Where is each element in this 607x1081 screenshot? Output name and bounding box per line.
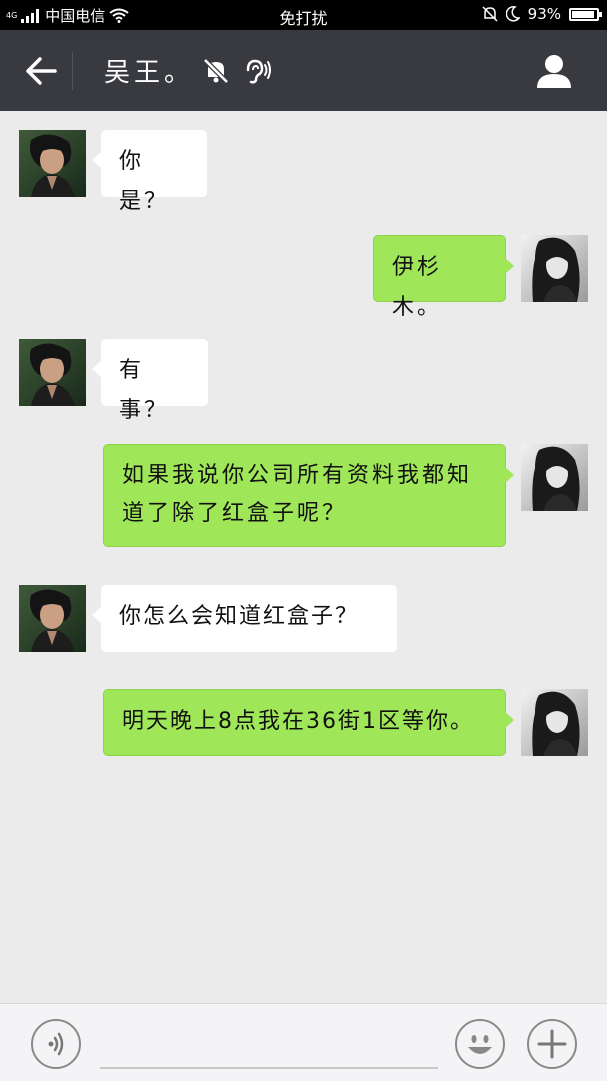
voice-button[interactable] <box>31 1019 81 1069</box>
contact-avatar[interactable] <box>19 585 86 652</box>
plus-icon <box>537 1029 567 1059</box>
my-avatar[interactable] <box>521 689 588 756</box>
chat-header: 吴王。 <box>0 30 607 111</box>
message-bubble-received[interactable]: 你是？ <box>92 130 207 214</box>
header-divider <box>72 52 73 90</box>
ear-icon <box>246 59 271 84</box>
battery-percent: 93% <box>527 5 561 23</box>
battery-fill <box>572 10 594 18</box>
chat-title: 吴王。 <box>104 58 195 88</box>
contact-avatar[interactable] <box>19 339 86 406</box>
profile-icon[interactable] <box>535 52 573 90</box>
message-bubble-received[interactable]: 有事？ <box>92 339 208 423</box>
my-avatar[interactable] <box>521 444 588 511</box>
bell-muted-icon <box>203 58 229 84</box>
back-arrow-icon[interactable] <box>24 54 58 88</box>
status-bar: 4G 中国电信 免打扰 93% <box>0 0 607 30</box>
message-bubble-sent[interactable]: 明天晚上8点我在36街1区等你。 <box>103 689 514 756</box>
input-bar <box>0 1003 607 1081</box>
battery-icon <box>569 7 602 21</box>
contact-avatar[interactable] <box>19 130 86 197</box>
emoji-button[interactable] <box>455 1019 505 1069</box>
moon-icon <box>505 6 520 22</box>
silent-bell-icon <box>482 6 498 22</box>
my-avatar[interactable] <box>521 235 588 302</box>
message-input[interactable] <box>100 1067 438 1069</box>
status-right: 93% <box>482 5 602 23</box>
voice-icon <box>48 1032 64 1056</box>
plus-button[interactable] <box>527 1019 577 1069</box>
message-bubble-sent[interactable]: 如果我说你公司所有资料我都知道了除了红盒子呢？ <box>103 444 514 547</box>
message-bubble-sent[interactable]: 伊杉木。 <box>373 235 514 320</box>
emoji-icon <box>468 1035 492 1054</box>
message-bubble-received[interactable]: 你怎么会知道红盒子？ <box>92 585 397 652</box>
